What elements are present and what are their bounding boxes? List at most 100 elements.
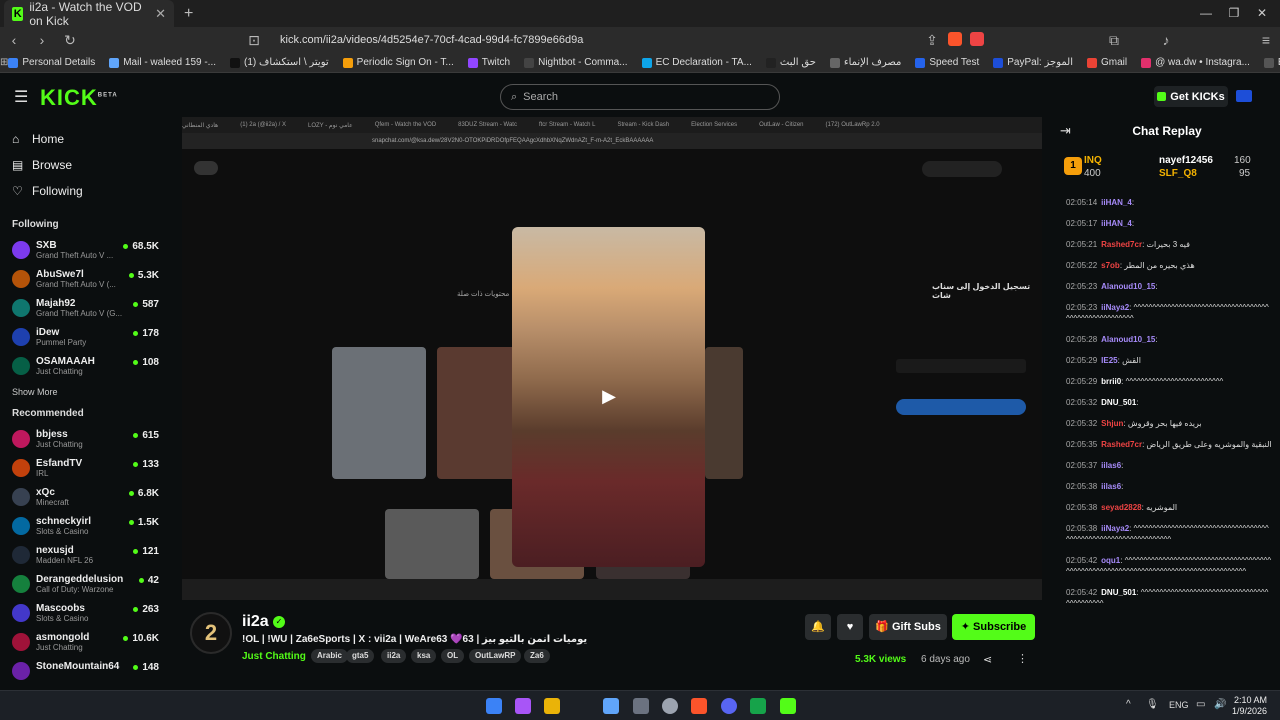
bookmark-item[interactable]: Twitch xyxy=(467,57,510,68)
forward-icon[interactable]: › xyxy=(28,32,56,48)
bookmark-icon[interactable]: ⊡ xyxy=(240,32,268,49)
chat-username[interactable]: IE25 xyxy=(1101,356,1117,365)
windows-start-icon[interactable] xyxy=(486,698,502,714)
tag-ol[interactable]: OL xyxy=(441,649,465,663)
back-icon[interactable]: ‹ xyxy=(0,32,28,48)
obs-icon[interactable] xyxy=(662,698,678,714)
calculator-icon[interactable] xyxy=(633,698,649,714)
tag-ii2a[interactable]: ii2a xyxy=(381,649,407,663)
bookmark-item[interactable]: @ wa.dw • Instagra... xyxy=(1141,57,1250,68)
close-window-icon[interactable]: ✕ xyxy=(1244,0,1280,27)
sidebar-channel-nexusjd[interactable]: nexusjd Madden NFL 26 121 xyxy=(0,541,170,570)
language-indicator[interactable]: ENG xyxy=(1169,700,1189,710)
tag-arabic[interactable]: Arabic xyxy=(311,649,348,663)
tag-gta5[interactable]: gta5 xyxy=(346,649,375,663)
sidebar-channel-asmongold[interactable]: asmongold Just Chatting 10.6K xyxy=(0,628,170,657)
sidebar-channel-stonemountain64[interactable]: StoneMountain64 148 xyxy=(0,657,170,686)
brave-icon[interactable] xyxy=(691,698,707,714)
file-explorer-icon[interactable] xyxy=(544,698,560,714)
chat-username[interactable]: DNU_501 xyxy=(1101,398,1136,407)
bookmark-item[interactable]: (1) تويتر \ استكشاف xyxy=(230,57,329,68)
chat-username[interactable]: Shjun xyxy=(1101,419,1123,428)
sidebar-channel-majah92[interactable]: Majah92 Grand Theft Auto V (G... 587 xyxy=(0,294,170,323)
bookmark-item[interactable]: EC Declaration - TA... xyxy=(641,57,752,68)
copilot-icon[interactable] xyxy=(515,698,531,714)
category-link[interactable]: Just Chatting xyxy=(242,651,306,662)
brave-shields-icon[interactable] xyxy=(948,32,962,46)
chat-username[interactable]: Alanoud10_15 xyxy=(1101,335,1155,344)
bookmark-item[interactable]: Speed Test xyxy=(915,57,979,68)
apps-icon[interactable]: ⊞ xyxy=(0,57,8,68)
bookmark-item[interactable]: Epic's Support A Cr... xyxy=(1263,57,1280,68)
nav-home[interactable]: ⌂ Home xyxy=(0,126,170,152)
menu-icon[interactable]: ≡ xyxy=(1252,32,1280,48)
share-icon[interactable]: ⇪ xyxy=(918,32,946,49)
more-options-icon[interactable]: ⋮ xyxy=(1017,652,1028,665)
nav-browse[interactable]: ▤ Browse xyxy=(0,152,170,178)
bookmark-item[interactable]: حق البث xyxy=(765,57,816,68)
sidebar-channel-xqc[interactable]: xQc Minecraft 6.8K xyxy=(0,483,170,512)
search-input[interactable]: ⌕ Search xyxy=(500,84,780,110)
chat-username[interactable]: iiNaya2 xyxy=(1101,303,1129,312)
clock[interactable]: 2:10 AM 1/9/2026 xyxy=(1232,695,1267,717)
reload-icon[interactable]: ↻ xyxy=(56,32,84,49)
follow-heart-button[interactable]: ♥ xyxy=(837,614,863,640)
user-avatar[interactable] xyxy=(1236,90,1252,102)
video-player[interactable]: هادي المنطاني (1) 2a (@ii2a) / X LOZY - عا… xyxy=(182,117,1042,600)
display-icon[interactable]: ▭ xyxy=(1196,699,1205,710)
discord-icon[interactable] xyxy=(721,698,737,714)
gift-subs-button[interactable]: 🎁 Gift Subs xyxy=(869,614,947,640)
chat-username[interactable]: iiHAN_4 xyxy=(1101,219,1132,228)
store-icon[interactable] xyxy=(603,698,619,714)
bookmark-item[interactable]: Mail - waleed 159 -... xyxy=(109,57,216,68)
bookmark-item[interactable]: Gmail xyxy=(1086,57,1127,68)
chat-username[interactable]: Alanoud10_15 xyxy=(1101,282,1155,291)
new-tab-icon[interactable]: + xyxy=(184,5,193,23)
sidebar-channel-idew[interactable]: iDew Pummel Party 178 xyxy=(0,323,170,352)
sidebar-channel-osamaaah[interactable]: OSAMAAAH Just Chatting 108 xyxy=(0,352,170,381)
url-field[interactable]: kick.com/ii2a/videos/4d5254e7-70cf-4cad-… xyxy=(268,31,968,49)
notification-bell-button[interactable]: 🔔 xyxy=(805,614,831,640)
tag-za6[interactable]: Za6 xyxy=(524,649,550,663)
sidebar-channel-abuswe7l[interactable]: AbuSwe7l Grand Theft Auto V (... 5.3K xyxy=(0,265,170,294)
chat-username[interactable]: Rashed7cr xyxy=(1101,440,1142,449)
bookmark-item[interactable]: PayPal: الموجز xyxy=(993,57,1073,68)
tag-outlawrp[interactable]: OutLawRP xyxy=(469,649,522,663)
sidebar-channel-bbjess[interactable]: bbjess Just Chatting 615 xyxy=(0,425,170,454)
sidebar-channel-mascoobs[interactable]: Mascoobs Slots & Casino 263 xyxy=(0,599,170,628)
kick-logo[interactable]: KICKBETA xyxy=(40,85,118,111)
media-icon[interactable]: ♪ xyxy=(1152,32,1180,48)
chat-username[interactable]: iilas6 xyxy=(1101,482,1121,491)
subscribe-button[interactable]: ✦ Subscribe xyxy=(952,614,1035,640)
show-more-link[interactable]: Show More xyxy=(0,381,170,403)
sidebar-channel-esfandtv[interactable]: EsfandTV IRL 133 xyxy=(0,454,170,483)
sidebar-channel-sxb[interactable]: SXB Grand Theft Auto V ... 68.5K xyxy=(0,236,170,265)
sidebar-channel-schneckyirl[interactable]: schneckyirl Slots & Casino 1.5K xyxy=(0,512,170,541)
bookmark-item[interactable]: Personal Details xyxy=(8,57,95,68)
get-kicks-button[interactable]: Get KICKs xyxy=(1154,86,1228,107)
volume-icon[interactable]: 🔊 xyxy=(1214,699,1226,710)
mic-icon[interactable]: 🎙 xyxy=(1146,699,1159,710)
chat-username[interactable]: s7ob xyxy=(1101,261,1120,270)
tag-ksa[interactable]: ksa xyxy=(411,649,437,663)
chat-username[interactable]: DNU_501 xyxy=(1101,588,1136,597)
excel-icon[interactable] xyxy=(750,698,766,714)
bookmark-item[interactable]: مصرف الإنماء xyxy=(829,57,901,68)
tray-chevron-icon[interactable]: ^ xyxy=(1126,699,1131,710)
hamburger-menu-icon[interactable]: ☰ xyxy=(14,87,28,107)
chat-username[interactable]: brrii0 xyxy=(1101,377,1121,386)
chat-username[interactable]: seyad2828 xyxy=(1101,503,1141,512)
chat-username[interactable]: Rashed7cr xyxy=(1101,240,1142,249)
chat-username[interactable]: oqu1 xyxy=(1101,556,1120,565)
chat-username[interactable]: iilas6 xyxy=(1101,461,1121,470)
share-icon[interactable]: ⋖ xyxy=(983,653,992,666)
sidebar-channel-derangeddelusion[interactable]: Derangeddelusion Call of Duty: Warzone 42 xyxy=(0,570,170,599)
close-tab-icon[interactable]: ✕ xyxy=(155,6,166,22)
browser-tab[interactable]: K ii2a - Watch the VOD on Kick ✕ xyxy=(4,0,174,28)
nav-following[interactable]: ♡ Following xyxy=(0,178,170,204)
bookmark-item[interactable]: Periodic Sign On - T... xyxy=(342,57,454,68)
chat-username[interactable]: iiHAN_4 xyxy=(1101,198,1132,207)
streamer-name[interactable]: ii2a xyxy=(242,613,269,631)
chat-username[interactable]: iiNaya2 xyxy=(1101,524,1129,533)
kick-app-icon[interactable] xyxy=(780,698,796,714)
